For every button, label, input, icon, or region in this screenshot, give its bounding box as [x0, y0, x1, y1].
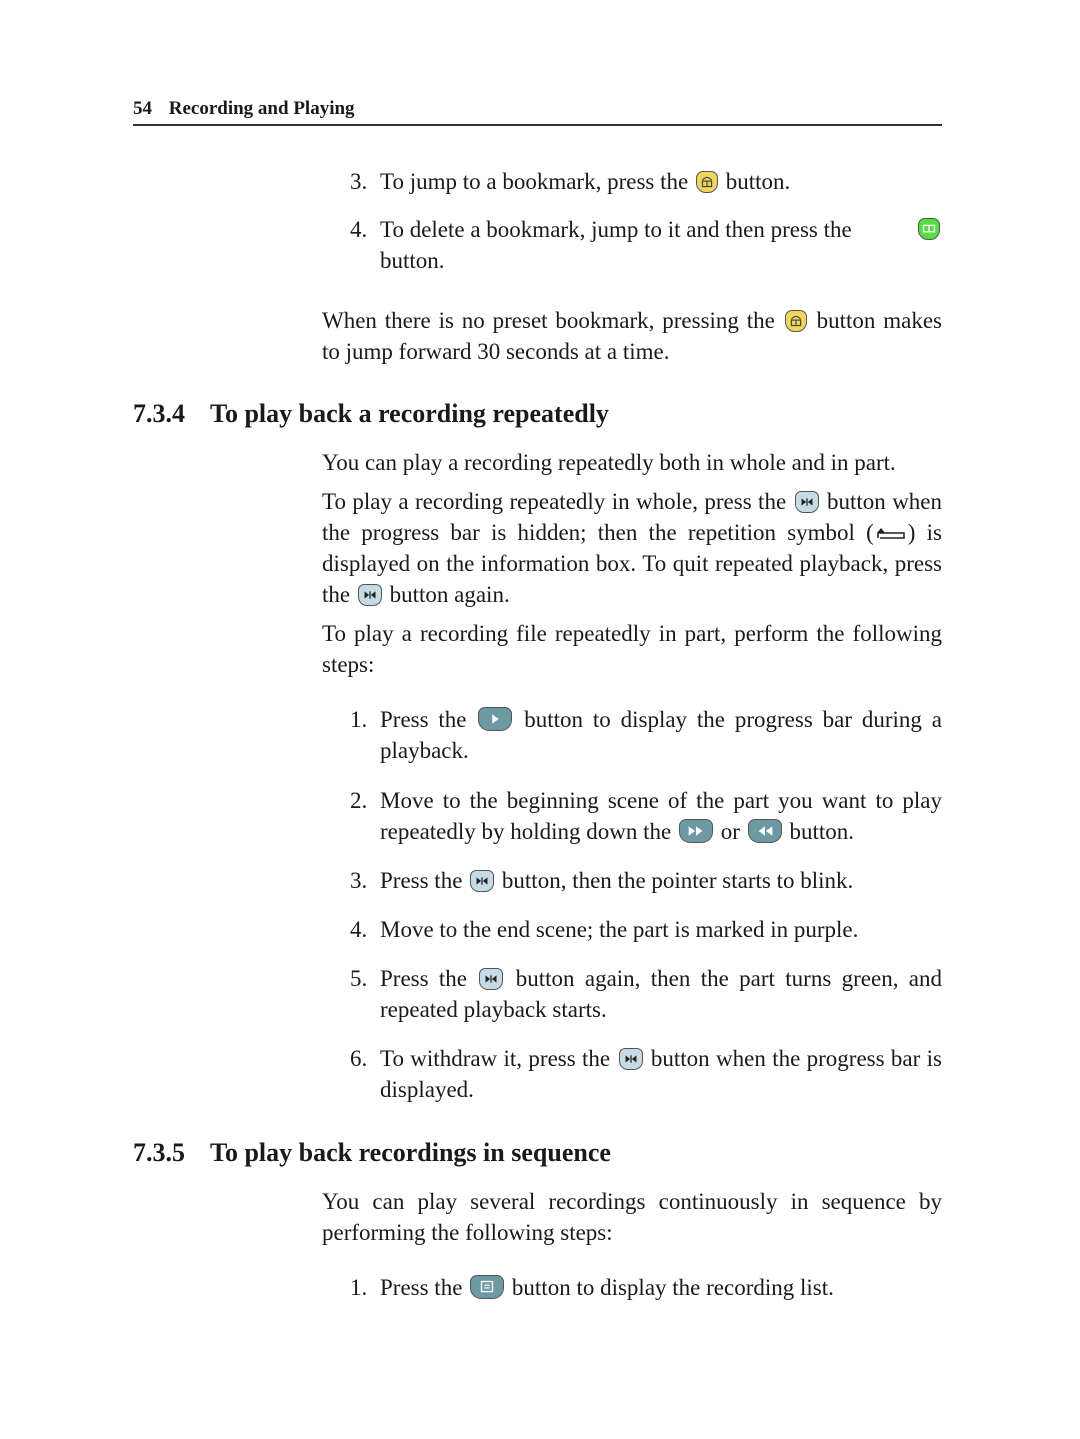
item-text: Press the button, then the pointer start… — [380, 865, 942, 896]
text: button. — [789, 819, 854, 844]
repeat-button-icon — [794, 491, 819, 513]
item-text: Move to the end scene; the part is marke… — [380, 914, 942, 945]
text: Press the — [380, 707, 467, 732]
section-heading: 7.3.4 To play back a recording repeatedly — [133, 398, 609, 429]
item-number: 1. — [350, 1275, 368, 1300]
text: Move to the beginning scene of the part … — [380, 788, 942, 844]
paragraph: When there is no preset bookmark, pressi… — [322, 305, 942, 367]
item-text: Press the button to display the recordin… — [380, 1272, 942, 1303]
text: button to display the recording list. — [511, 1275, 834, 1300]
text: Move to the end scene; the part is marke… — [380, 917, 859, 942]
repetition-symbol-icon — [876, 528, 905, 539]
item-number: 5. — [350, 966, 368, 991]
bookmark-delete-icon — [918, 218, 940, 240]
item-number: 4. — [350, 217, 368, 242]
paragraph: You can play a recording repeatedly both… — [322, 447, 942, 478]
item-number: 1. — [350, 707, 368, 732]
paragraph: To play a recording file repeatedly in p… — [322, 618, 942, 680]
text: To withdraw it, press the — [380, 1046, 611, 1071]
text: Press the — [380, 1275, 463, 1300]
repeat-button-icon — [357, 584, 382, 606]
text: When there is no preset bookmark, pressi… — [322, 308, 775, 333]
text: To play a recording file repeatedly in p… — [322, 621, 942, 677]
repeat-button-icon — [479, 968, 504, 990]
text: or — [720, 819, 740, 844]
play-button-icon — [478, 707, 513, 731]
item-number: 4. — [350, 917, 368, 942]
fast-forward-button-icon — [679, 819, 714, 843]
paragraph: To play a recording repeatedly in whole,… — [322, 486, 942, 610]
paragraph: You can play several recordings continuo… — [322, 1186, 942, 1248]
text: Press the — [380, 966, 468, 991]
item-text: To delete a bookmark, jump to it and the… — [380, 214, 942, 276]
bookmark-jump-icon — [695, 171, 718, 193]
section-number: 7.3.5 — [133, 1138, 185, 1167]
text: To jump to a bookmark, press the — [380, 169, 689, 194]
section-number: 7.3.4 — [133, 399, 185, 428]
item-text: To withdraw it, press the button when th… — [380, 1043, 942, 1105]
text: button. — [725, 169, 791, 194]
bookmark-jump-icon — [784, 310, 807, 332]
text: button. — [380, 248, 445, 273]
item-number: 2. — [350, 788, 368, 813]
rewind-button-icon — [747, 819, 782, 843]
text: To play a recording repeatedly in whole,… — [322, 489, 787, 514]
text: Press the — [380, 868, 463, 893]
text: You can play several recordings continuo… — [322, 1189, 942, 1245]
section-title: To play back a recording repeatedly — [210, 399, 609, 428]
text: button again. — [389, 582, 510, 607]
item-number: 6. — [350, 1046, 368, 1071]
section-heading: 7.3.5 To play back recordings in sequence — [133, 1137, 611, 1168]
repeat-button-icon — [470, 870, 495, 892]
text: To delete a bookmark, jump to it and the… — [380, 217, 852, 242]
item-number: 3. — [350, 169, 368, 194]
page-number: 54 — [133, 98, 152, 119]
list-button-icon — [470, 1275, 505, 1299]
item-text: Press the button again, then the part tu… — [380, 963, 942, 1025]
text: You can play a recording repeatedly both… — [322, 450, 896, 475]
chapter-title: Recording and Playing — [168, 98, 355, 119]
item-text: Move to the beginning scene of the part … — [380, 785, 942, 847]
text: button, then the pointer starts to blink… — [501, 868, 854, 893]
item-text: To jump to a bookmark, press the button. — [380, 166, 942, 197]
running-header: 54 Recording and Playing — [133, 98, 942, 126]
item-text: Press the button to display the progress… — [380, 704, 942, 766]
item-number: 3. — [350, 868, 368, 893]
section-title: To play back recordings in sequence — [210, 1138, 611, 1167]
repeat-button-icon — [618, 1048, 643, 1070]
